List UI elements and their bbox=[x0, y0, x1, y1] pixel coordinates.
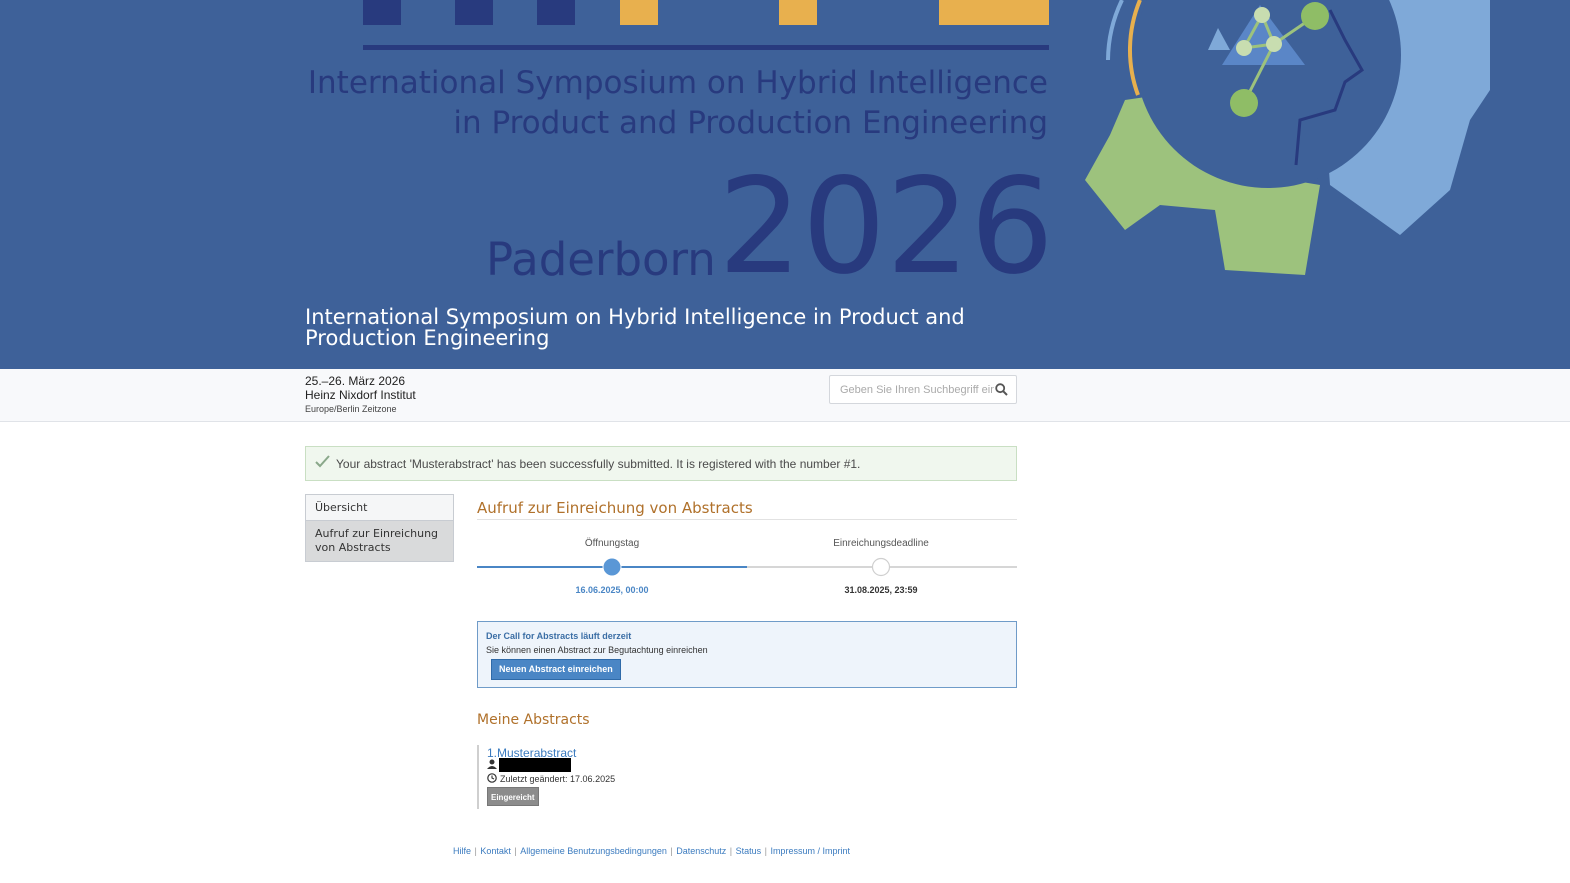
cfa-status-title: Der Call for Abstracts läuft derzeit bbox=[486, 631, 632, 641]
submit-new-abstract-button[interactable]: Neuen Abstract einreichen bbox=[491, 659, 621, 680]
timeline-start-date: 16.06.2025, 00:00 bbox=[575, 585, 649, 595]
logo-city: Paderborn bbox=[486, 233, 716, 286]
conference-title: International Symposium on Hybrid Intell… bbox=[305, 305, 965, 350]
cfa-status-text: Sie können einen Abstract zur Begutachtu… bbox=[486, 645, 708, 655]
timeline-end-label: Einreichungsdeadline bbox=[833, 538, 929, 549]
timeline-start-marker bbox=[602, 557, 622, 577]
section-title: Aufruf zur Einreichung von Abstracts bbox=[477, 499, 1017, 520]
conference-date: 25.–26. März 2026 bbox=[305, 374, 406, 388]
timeline-end-date: 31.08.2025, 23:59 bbox=[844, 585, 918, 595]
last-modified: Zuletzt geändert: 17.06.2025 bbox=[500, 774, 616, 784]
conference-timezone: Europe/Berlin Zeitzone bbox=[305, 404, 397, 414]
logo-title-line2: in Product and Production Engineering bbox=[453, 105, 1048, 141]
footer-link-help[interactable]: Hilfe bbox=[453, 846, 471, 856]
status-badge: Eingereicht bbox=[487, 787, 539, 806]
sidebar-nav: Übersicht Aufruf zur Einreichung von Abs… bbox=[305, 494, 454, 562]
conference-info-bar: 25.–26. März 2026 Heinz Nixdorf Institut… bbox=[0, 369, 1570, 422]
gear-head-icon bbox=[1085, 0, 1490, 275]
footer-links: Hilfe | Kontakt | Allgemeine Benutzungsb… bbox=[453, 846, 850, 856]
list-item: 1.Musterabstract Zuletzt geändert: 17.06… bbox=[477, 745, 677, 809]
redacted-author bbox=[499, 758, 571, 772]
timeline-start-label: Öffnungstag bbox=[584, 538, 640, 549]
call-for-abstracts-box: Der Call for Abstracts läuft derzeit Sie… bbox=[477, 621, 1017, 688]
conference-venue: Heinz Nixdorf Institut bbox=[305, 388, 416, 402]
footer-link-imprint[interactable]: Impressum / Imprint bbox=[770, 846, 850, 856]
header-banner: International Symposium on Hybrid Intell… bbox=[0, 0, 1570, 369]
footer-link-terms[interactable]: Allgemeine Benutzungsbedingungen bbox=[520, 846, 667, 856]
abstract-number: 1. bbox=[487, 746, 498, 760]
clock-icon bbox=[487, 773, 497, 783]
footer-link-privacy[interactable]: Datenschutz bbox=[676, 846, 726, 856]
sidebar-item-overview[interactable]: Übersicht bbox=[306, 495, 453, 521]
user-icon bbox=[487, 759, 497, 769]
logo-year: 2026 bbox=[718, 150, 1054, 304]
footer-link-status[interactable]: Status bbox=[736, 846, 762, 856]
logo-title-line1: International Symposium on Hybrid Intell… bbox=[308, 65, 1048, 101]
search-icon[interactable] bbox=[995, 383, 1008, 396]
my-abstracts-title: Meine Abstracts bbox=[477, 712, 590, 728]
search-box bbox=[829, 375, 1017, 404]
search-input[interactable] bbox=[830, 376, 994, 403]
footer-link-contact[interactable]: Kontakt bbox=[480, 846, 511, 856]
alert-message: Your abstract 'Musterabstract' has been … bbox=[336, 457, 861, 471]
timeline-end-marker bbox=[871, 557, 891, 577]
submission-timeline bbox=[477, 557, 1017, 577]
success-alert: Your abstract 'Musterabstract' has been … bbox=[305, 446, 1017, 481]
checkmark-icon bbox=[315, 455, 330, 468]
sidebar-item-call-for-abstracts[interactable]: Aufruf zur Einreichung von Abstracts bbox=[306, 521, 453, 561]
